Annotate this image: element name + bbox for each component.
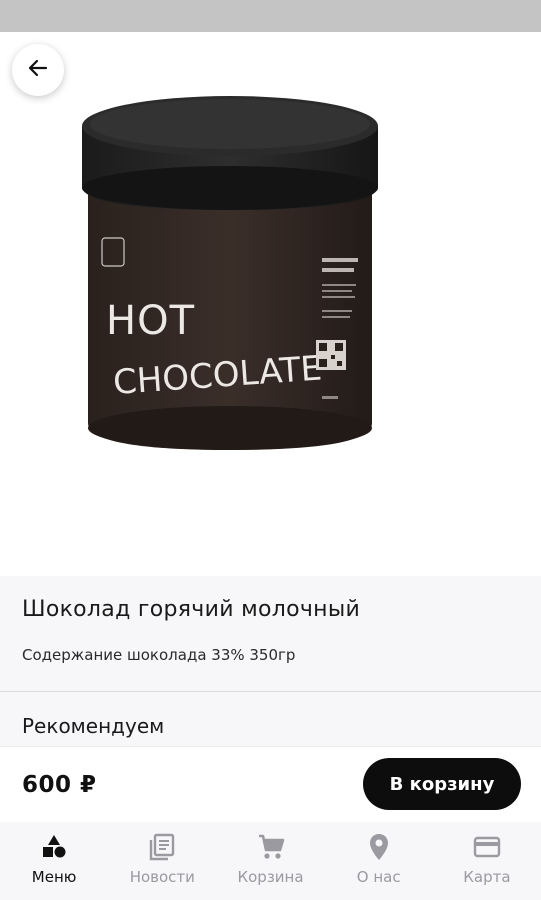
shapes-icon — [39, 832, 69, 862]
nav-label-menu: Меню — [31, 868, 77, 886]
product-image-label-hot: HOT — [106, 298, 195, 344]
nav-item-menu[interactable]: Меню — [0, 822, 108, 900]
nav-item-about[interactable]: О нас — [325, 822, 433, 900]
credit-card-icon — [472, 832, 502, 862]
bottom-navigation: Меню Новости Корзина О нас Карта — [0, 822, 541, 900]
divider — [0, 691, 541, 692]
location-pin-icon — [364, 832, 394, 862]
back-button[interactable] — [12, 44, 64, 96]
nav-item-cart[interactable]: Корзина — [216, 822, 324, 900]
add-to-cart-button[interactable]: В корзину — [363, 758, 521, 810]
nav-item-card[interactable]: Карта — [433, 822, 541, 900]
nav-item-news[interactable]: Новости — [108, 822, 216, 900]
status-bar — [0, 0, 541, 32]
nav-label-about: О нас — [356, 868, 401, 886]
cart-icon — [256, 832, 286, 862]
product-description: Содержание шоколада 33% 350гр — [22, 646, 296, 664]
nav-label-news: Новости — [129, 868, 195, 886]
nav-label-card: Карта — [463, 868, 511, 886]
product-title: Шоколад горячий молочный — [22, 597, 361, 622]
arrow-left-icon — [26, 56, 50, 84]
product-price: 600 ₽ — [22, 772, 97, 798]
product-image: HOT CHOCOLATE — [60, 78, 400, 468]
news-icon — [147, 832, 177, 862]
recommend-heading: Рекомендуем — [22, 714, 165, 738]
nav-label-cart: Корзина — [237, 868, 304, 886]
